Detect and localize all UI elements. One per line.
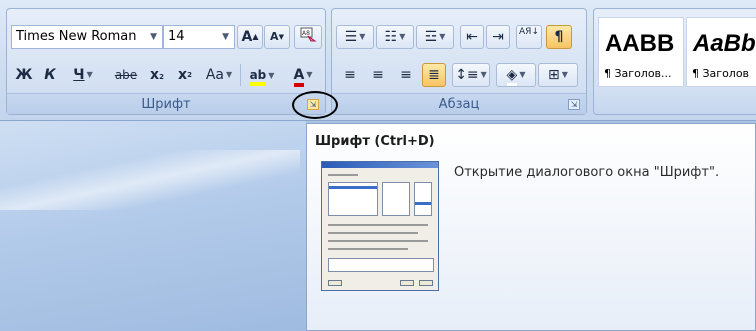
superscript-button[interactable]: x2	[173, 63, 197, 87]
show-marks-button[interactable]: ¶	[546, 25, 572, 49]
preview-sample-box	[328, 258, 434, 272]
ribbon: Times New Roman ▼ 14 ▼ A▲ A▼ A8 Ж К Ч ▼ a…	[0, 0, 756, 121]
font-group: Times New Roman ▼ 14 ▼ A▲ A▼ A8 Ж К Ч ▼ a…	[6, 8, 326, 115]
align-left-icon: ≡	[344, 67, 356, 83]
preview-button	[400, 280, 414, 286]
clear-formatting-button[interactable]: A8	[294, 25, 322, 49]
bold-label: Ж	[15, 67, 33, 83]
shading-button[interactable]: ◈ ▼	[496, 63, 536, 87]
font-color-dropdown-icon[interactable]: ▼	[306, 70, 312, 79]
paragraph-group-label: Абзац	[332, 93, 586, 114]
grow-font-button[interactable]: A▲	[237, 25, 263, 49]
multilevel-list-button[interactable]: ☲ ▼	[416, 25, 454, 49]
font-size-dropdown-icon[interactable]: ▼	[222, 26, 229, 48]
preview-size-list	[414, 182, 432, 216]
bullets-icon: ☰	[344, 29, 358, 45]
font-color-button[interactable]: A ▼	[285, 63, 321, 87]
show-marks-label: ¶	[554, 29, 564, 45]
style-caption: ¶ Заголов	[692, 67, 750, 80]
align-right-button[interactable]: ≡	[394, 63, 418, 87]
italic-button[interactable]: К	[39, 63, 61, 87]
preview-line	[328, 224, 428, 226]
font-color-label: A	[293, 67, 305, 87]
font-name-dropdown-icon[interactable]: ▼	[150, 26, 157, 48]
change-case-dropdown-icon[interactable]: ▼	[226, 70, 232, 79]
align-right-icon: ≡	[400, 67, 412, 83]
underline-label: Ч	[73, 67, 85, 83]
bold-button[interactable]: Ж	[13, 63, 35, 87]
preview-style-list	[382, 182, 410, 216]
subscript-label: x	[150, 67, 160, 83]
preview-size-selection	[415, 202, 431, 205]
decrease-indent-icon: ⇤	[466, 29, 478, 45]
preview-line	[328, 174, 358, 176]
numbering-icon: ☷	[384, 29, 398, 45]
borders-icon: ⊞	[548, 67, 560, 83]
font-dialog-preview-image	[321, 161, 439, 291]
font-size-value: 14	[168, 29, 185, 44]
preview-button	[328, 280, 342, 286]
increase-indent-button[interactable]: ⇥	[486, 25, 510, 49]
preview-line	[328, 248, 408, 250]
highlight-circle	[292, 91, 338, 119]
align-center-icon: ≡	[372, 67, 384, 83]
font-group-label: Шрифт	[7, 93, 325, 114]
justify-button[interactable]: ≣	[422, 63, 446, 87]
shrink-font-label: A	[270, 30, 279, 43]
style-tile-heading2[interactable]: AaBb ¶ Заголов	[686, 17, 756, 87]
font-size-combo[interactable]: 14 ▼	[163, 25, 235, 49]
tooltip-description: Открытие диалогового окна "Шрифт".	[454, 165, 720, 180]
highlight-label: ab	[249, 68, 267, 86]
align-left-button[interactable]: ≡	[338, 63, 362, 87]
preview-selection	[329, 186, 377, 189]
dialog-launcher-icon: ⇲	[570, 100, 578, 109]
preview-titlebar	[322, 162, 438, 168]
sort-button[interactable]: АЯ↓	[516, 25, 542, 49]
align-center-button[interactable]: ≡	[366, 63, 390, 87]
style-sample: AaBb	[693, 30, 756, 57]
style-sample: AABB	[605, 30, 675, 57]
decrease-indent-button[interactable]: ⇤	[460, 25, 484, 49]
increase-indent-icon: ⇥	[492, 29, 504, 45]
change-case-label: Aa	[205, 67, 224, 83]
subscript-button[interactable]: x2	[145, 63, 169, 87]
numbering-button[interactable]: ☷ ▼	[376, 25, 414, 49]
preview-button	[419, 280, 433, 286]
grow-font-label: A	[241, 29, 253, 45]
font-name-combo[interactable]: Times New Roman ▼	[11, 25, 163, 49]
preview-line	[328, 232, 418, 234]
style-caption: ¶ Заголов...	[604, 67, 672, 80]
shrink-font-button[interactable]: A▼	[264, 25, 290, 49]
shading-icon: ◈	[506, 67, 518, 86]
paragraph-dialog-launcher[interactable]: ⇲	[568, 99, 580, 110]
svg-text:A8: A8	[302, 30, 310, 37]
sort-label: АЯ	[519, 27, 532, 37]
italic-label: К	[44, 67, 56, 83]
multilevel-list-icon: ☲	[424, 29, 438, 45]
highlight-dropdown-icon[interactable]: ▼	[268, 71, 274, 80]
font-name-value: Times New Roman	[16, 29, 137, 44]
tooltip-title: Шрифт (Ctrl+D)	[315, 134, 435, 149]
superscript-label: x	[178, 67, 188, 83]
line-spacing-button[interactable]: ↕≡ ▼	[452, 63, 490, 87]
preview-line	[328, 240, 428, 242]
strikethrough-label: abe	[114, 68, 138, 82]
underline-dropdown-icon[interactable]: ▼	[87, 70, 93, 79]
paragraph-group: ☰ ▼ ☷ ▼ ☲ ▼ ⇤ ⇥ АЯ↓ ¶ ≡ ≡ ≡ ≣ ↕≡ ▼ ◈ ▼ ⊞…	[331, 8, 587, 115]
borders-button[interactable]: ⊞ ▼	[538, 63, 578, 87]
separator	[240, 64, 241, 86]
underline-button[interactable]: Ч ▼	[65, 63, 101, 87]
launcher-tooltip: Шрифт (Ctrl+D) Открытие диалогового окна…	[306, 123, 756, 331]
justify-icon: ≣	[428, 67, 440, 83]
styles-group: AABB ¶ Заголов... AaBb ¶ Заголов	[593, 8, 756, 115]
clear-formatting-icon: A8	[299, 27, 317, 46]
line-spacing-icon: ↕≡	[455, 67, 479, 83]
style-tile-heading1[interactable]: AABB ¶ Заголов...	[598, 17, 684, 87]
bullets-button[interactable]: ☰ ▼	[336, 25, 374, 49]
highlight-button[interactable]: ab ▼	[243, 63, 281, 87]
background-light-streak	[0, 150, 300, 210]
change-case-button[interactable]: Aa ▼	[201, 63, 237, 87]
strikethrough-button[interactable]: abe	[111, 63, 141, 87]
